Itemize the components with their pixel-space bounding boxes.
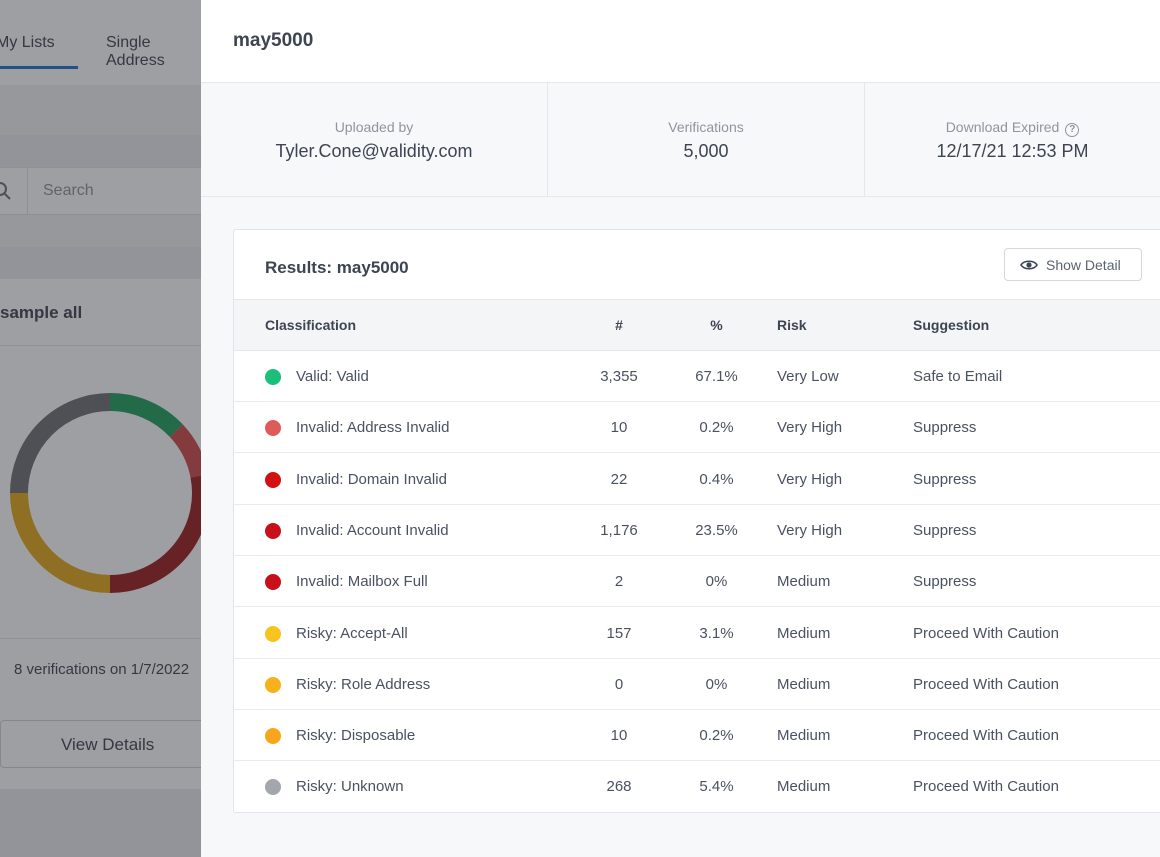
cell-classification: Invalid: Domain Invalid xyxy=(296,470,447,488)
status-dot-icon xyxy=(265,522,281,539)
status-dot-icon xyxy=(265,369,281,385)
cell-risk: Very High xyxy=(777,470,843,488)
cell-classification: Invalid: Account Invalid xyxy=(296,521,449,539)
table-row: Risky: Accept-All 157 3.1% Medium Proceed Wi… xyxy=(234,608,1160,659)
column-header-count: # xyxy=(615,317,623,333)
stat-verifications: Verifications 5,000 xyxy=(548,83,865,196)
cell-count: 10 xyxy=(610,727,628,745)
status-dot-icon xyxy=(265,625,281,642)
cell-count: 22 xyxy=(610,470,628,488)
stats-bar: Uploaded by Tyler.Cone@validity.com Veri… xyxy=(201,83,1160,197)
cell-risk: Very High xyxy=(777,419,843,437)
cell-classification: Invalid: Address Invalid xyxy=(296,419,450,437)
cell-count: 3,355 xyxy=(600,368,638,385)
cell-classification: Valid: Valid xyxy=(296,368,369,385)
stat-label: Uploaded by xyxy=(334,119,414,135)
stat-uploaded-by: Uploaded by Tyler.Cone@validity.com xyxy=(201,83,548,196)
stat-download-expired: Download Expired? 12/17/21 12:53 PM xyxy=(865,83,1160,196)
cell-percent: 0.4% xyxy=(699,470,734,488)
table-row: Invalid: Address Invalid 10 0.2% Very High S… xyxy=(234,402,1160,454)
stat-value: 5,000 xyxy=(683,141,729,161)
cell-risk: Very Low xyxy=(777,368,839,385)
cell-classification: Invalid: Mailbox Full xyxy=(296,573,428,591)
cell-percent: 23.5% xyxy=(695,521,738,539)
cell-classification: Risky: Disposable xyxy=(296,727,416,745)
cell-suggestion: Suppress xyxy=(913,419,977,437)
show-detail-button[interactable]: Show Detail xyxy=(1004,248,1142,281)
results-title: Results: may5000 xyxy=(265,258,409,277)
status-dot-icon xyxy=(265,676,281,693)
cell-risk: Medium xyxy=(777,778,831,796)
column-header-percent: % xyxy=(710,317,723,333)
cell-count: 268 xyxy=(606,778,632,796)
status-dot-icon xyxy=(265,574,281,591)
list-details-drawer: may5000 Uploaded by Tyler.Cone@validity.… xyxy=(201,0,1160,857)
cell-suggestion: Suppress xyxy=(913,521,977,539)
cell-count: 2 xyxy=(614,573,624,591)
stat-label-row: Download Expired? xyxy=(865,119,1160,137)
status-dot-icon xyxy=(265,471,281,488)
cell-suggestion: Proceed With Caution xyxy=(913,624,1059,642)
cell-count: 0 xyxy=(614,675,624,693)
column-header-classification: Classification xyxy=(265,317,357,333)
cell-percent: 0.2% xyxy=(699,419,734,437)
status-dot-icon xyxy=(265,420,281,437)
drawer-header: may5000 xyxy=(201,0,1160,83)
cell-suggestion: Proceed With Caution xyxy=(913,727,1059,745)
eye-icon xyxy=(1020,260,1038,270)
cell-suggestion: Suppress xyxy=(913,573,977,591)
results-card: Results: may5000 Show Detail Classificat… xyxy=(233,229,1160,813)
cell-count: 1,176 xyxy=(600,521,638,539)
stat-label: Verifications xyxy=(668,119,744,135)
cell-suggestion: Safe to Email xyxy=(913,368,1003,385)
column-header-risk: Risk xyxy=(777,317,807,333)
results-table-header: Classification # % Risk Suggestion xyxy=(234,299,1160,351)
table-row: Invalid: Account Invalid 1,176 23.5% Very H… xyxy=(234,505,1160,556)
question-circle-icon[interactable]: ? xyxy=(1065,123,1080,137)
stat-value: 12/17/21 12:53 PM xyxy=(936,141,1089,161)
cell-percent: 3.1% xyxy=(699,624,734,642)
table-row: Invalid: Mailbox Full 2 0% Medium Suppress xyxy=(234,556,1160,608)
column-header-suggestion: Suggestion xyxy=(913,317,990,333)
cell-classification: Risky: Unknown xyxy=(296,778,404,796)
table-row: Invalid: Domain Invalid 22 0.4% Very High Su… xyxy=(234,454,1160,505)
cell-percent: 0.2% xyxy=(699,727,734,745)
cell-percent: 5.4% xyxy=(699,778,734,796)
stat-label: Download Expired xyxy=(945,119,1060,135)
cell-percent: 0% xyxy=(705,675,728,693)
cell-count: 157 xyxy=(606,624,632,642)
cell-suggestion: Proceed With Caution xyxy=(913,778,1059,796)
stat-value: Tyler.Cone@validity.com xyxy=(275,141,473,161)
table-row: Risky: Role Address 0 0% Medium Proceed With… xyxy=(234,659,1160,710)
cell-percent: 0% xyxy=(705,573,728,591)
cell-classification: Risky: Role Address xyxy=(296,675,431,693)
status-dot-icon xyxy=(265,779,281,796)
drawer-title: may5000 xyxy=(233,30,314,51)
status-dot-icon xyxy=(265,728,281,745)
cell-risk: Very High xyxy=(777,521,843,539)
cell-risk: Medium xyxy=(777,727,831,745)
cell-suggestion: Proceed With Caution xyxy=(913,675,1059,693)
cell-risk: Medium xyxy=(777,573,831,591)
show-detail-label: Show Detail xyxy=(1046,257,1121,273)
cell-risk: Medium xyxy=(777,624,831,642)
cell-risk: Medium xyxy=(777,675,831,693)
table-row: Valid: Valid 3,355 67.1% Very Low Safe to Em… xyxy=(234,351,1160,402)
table-row: Risky: Disposable 10 0.2% Medium Proceed Wit… xyxy=(234,710,1160,762)
cell-suggestion: Suppress xyxy=(913,470,977,488)
cell-percent: 67.1% xyxy=(695,368,738,385)
cell-count: 10 xyxy=(610,419,628,437)
cell-classification: Risky: Accept-All xyxy=(296,624,408,642)
table-row: Risky: Unknown 268 5.4% Medium Proceed With … xyxy=(234,761,1160,812)
